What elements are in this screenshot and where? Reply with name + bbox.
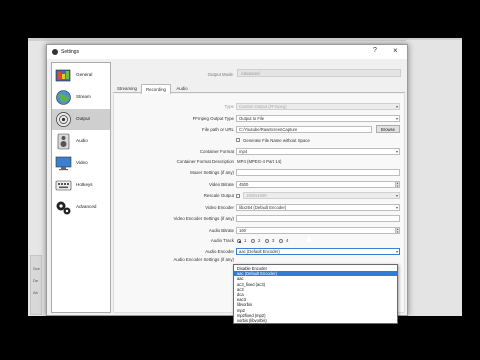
tab-audio[interactable]: Audio xyxy=(171,84,193,93)
audio-encoder-dropdown-list: Disable Encoder aac (Default Encoder) aa… xyxy=(233,264,398,324)
audio-bitrate-label: Audio Bitrate xyxy=(208,228,234,233)
sidebar-item-hotkeys[interactable]: Hotkeys xyxy=(52,175,110,196)
ffmpeg-output-type-select[interactable]: Output to File ▾ xyxy=(236,115,400,122)
video-encoder-settings-input[interactable] xyxy=(236,215,400,222)
settings-sidebar: General Stream Output Audio Video Hotkey… xyxy=(51,62,111,313)
audio-track-radio-2[interactable] xyxy=(251,239,255,243)
keyboard-icon xyxy=(55,180,72,191)
video-bitrate-input[interactable]: 4500 xyxy=(236,181,400,188)
background-scene-label: Sce xyxy=(33,266,40,271)
video-bitrate-label: Video Bitrate xyxy=(208,182,234,187)
container-format-label: Container Format xyxy=(199,149,234,154)
gears-icon xyxy=(56,201,71,215)
ffmpeg-output-type-value: Output to File xyxy=(239,116,265,121)
tab-streaming[interactable]: Streaming xyxy=(113,84,141,93)
chevron-down-icon: ▾ xyxy=(395,205,398,210)
output-mode-select[interactable]: Advanced xyxy=(237,69,401,77)
audio-track-radio-4[interactable] xyxy=(279,239,283,243)
container-format-select[interactable]: mp4 ▾ xyxy=(236,148,400,155)
audio-track-radio-3[interactable] xyxy=(265,239,269,243)
type-label: Type xyxy=(224,104,234,109)
output-mode-value: Advanced xyxy=(241,71,260,76)
ffmpeg-output-type-label: FFmpeg Output Type xyxy=(192,116,234,121)
audio-track-radio-1[interactable] xyxy=(237,239,241,243)
sidebar-item-label: General xyxy=(76,72,93,77)
muxer-settings-input[interactable] xyxy=(236,169,400,176)
rescale-output-label: Rescale Output xyxy=(203,193,234,198)
video-bitrate-value: 4500 xyxy=(239,182,249,187)
chevron-down-icon: ▾ xyxy=(395,149,398,154)
rescale-output-select[interactable]: 1920x1080 ▾ xyxy=(243,192,400,199)
background-app-right-area xyxy=(406,40,462,316)
audio-bitrate-input[interactable]: 160 xyxy=(236,227,400,234)
tab-recording[interactable]: Recording xyxy=(141,84,171,94)
video-bitrate-spin-button[interactable]: ▴ ▾ xyxy=(395,181,400,188)
sidebar-item-video[interactable]: Video xyxy=(52,153,110,174)
rescale-output-checkbox[interactable] xyxy=(236,193,240,198)
background-app-scene-panel: Sce De Ab xyxy=(30,255,42,315)
sidebar-item-label: Hotkeys xyxy=(76,182,93,187)
monitor-icon xyxy=(55,156,72,171)
generate-name-checkbox[interactable] xyxy=(236,138,240,142)
container-desc-value: MP4 (MPEG-4 Part 14) xyxy=(237,159,282,164)
type-select[interactable]: Custom Output (FFmpeg) ▾ xyxy=(236,103,400,110)
muxer-settings-label: Muxer Settings (if any) xyxy=(190,170,234,175)
audio-track-radio-label: 2 xyxy=(258,238,261,243)
sidebar-item-label: Video xyxy=(76,160,88,165)
chevron-down-icon: ▾ xyxy=(395,193,398,198)
obs-app-icon xyxy=(52,49,58,55)
chevron-down-icon: ▾ xyxy=(395,104,398,109)
video-encoder-select[interactable]: libx264 (Default Encoder) ▾ xyxy=(236,204,400,211)
output-mode-label: Output Mode xyxy=(207,72,233,77)
mouse-cursor xyxy=(306,235,312,242)
background-about-label: Ab xyxy=(33,290,38,295)
chevron-down-icon: ▾ xyxy=(395,249,398,254)
sidebar-item-label: Output xyxy=(76,116,90,121)
container-format-value: mp4 xyxy=(239,149,248,154)
window-title: Settings xyxy=(61,49,80,55)
generate-name-label: Generate File Name without Space xyxy=(243,137,310,143)
background-app-strip xyxy=(28,38,462,41)
file-path-input[interactable]: C:/Youtube/RawScreenCapture xyxy=(236,126,372,133)
audio-bitrate-value: 160 xyxy=(239,228,246,233)
audio-encoder-label: Audio Encoder xyxy=(205,249,234,254)
video-encoder-settings-label: Video Encoder Settings (if any) xyxy=(173,216,234,221)
browse-button[interactable]: Browse xyxy=(376,125,400,133)
output-panel: Output Mode Advanced Streaming Recording… xyxy=(113,62,405,324)
dropdown-option[interactable]: vorbis (libvorbis) xyxy=(234,318,397,323)
output-tabs: Streaming Recording Audio xyxy=(113,84,405,94)
audio-bitrate-spin-button[interactable]: ▴ ▾ xyxy=(395,227,400,234)
audio-encoder-settings-label: Audio Encoder Settings (if any) xyxy=(173,257,234,262)
audio-track-radio-label: 4 xyxy=(286,238,289,243)
title-bar: Settings ? × xyxy=(47,45,407,59)
general-icon xyxy=(55,69,71,82)
sidebar-item-general[interactable]: General xyxy=(52,65,110,86)
sidebar-item-label: Advanced xyxy=(76,204,97,209)
file-path-label: File path or URL xyxy=(202,127,234,132)
audio-track-radio-label: 3 xyxy=(272,238,275,243)
sidebar-item-audio[interactable]: Audio xyxy=(52,131,110,152)
sidebar-item-label: Audio xyxy=(76,138,88,143)
type-value: Custom Output (FFmpeg) xyxy=(239,104,287,109)
rescale-output-value: 1920x1080 xyxy=(246,193,267,198)
video-encoder-label: Video Encoder xyxy=(205,205,234,210)
close-button[interactable]: × xyxy=(393,46,398,55)
broadcast-icon xyxy=(56,112,71,127)
sidebar-item-advanced[interactable]: Advanced xyxy=(52,197,110,218)
sidebar-item-label: Stream xyxy=(76,94,91,99)
video-encoder-value: libx264 (Default Encoder) xyxy=(239,205,287,210)
chevron-down-icon: ▾ xyxy=(395,116,398,121)
audio-track-radio-label: 1 xyxy=(244,238,247,243)
speaker-icon xyxy=(57,133,70,150)
background-desc-label: De xyxy=(33,278,39,283)
audio-encoder-select[interactable]: aac (Default Encoder) ▾ xyxy=(236,248,400,255)
sidebar-item-stream[interactable]: Stream xyxy=(52,87,110,108)
settings-dialog: Settings ? × General Stream Output Audio… xyxy=(46,44,408,324)
audio-track-label: Audio Track xyxy=(210,238,234,243)
help-button[interactable]: ? xyxy=(373,47,377,54)
globe-icon xyxy=(56,90,71,105)
sidebar-item-output[interactable]: Output xyxy=(52,109,110,130)
audio-encoder-value: aac (Default Encoder) xyxy=(239,249,280,254)
container-desc-label: Container Format Description xyxy=(176,159,234,164)
